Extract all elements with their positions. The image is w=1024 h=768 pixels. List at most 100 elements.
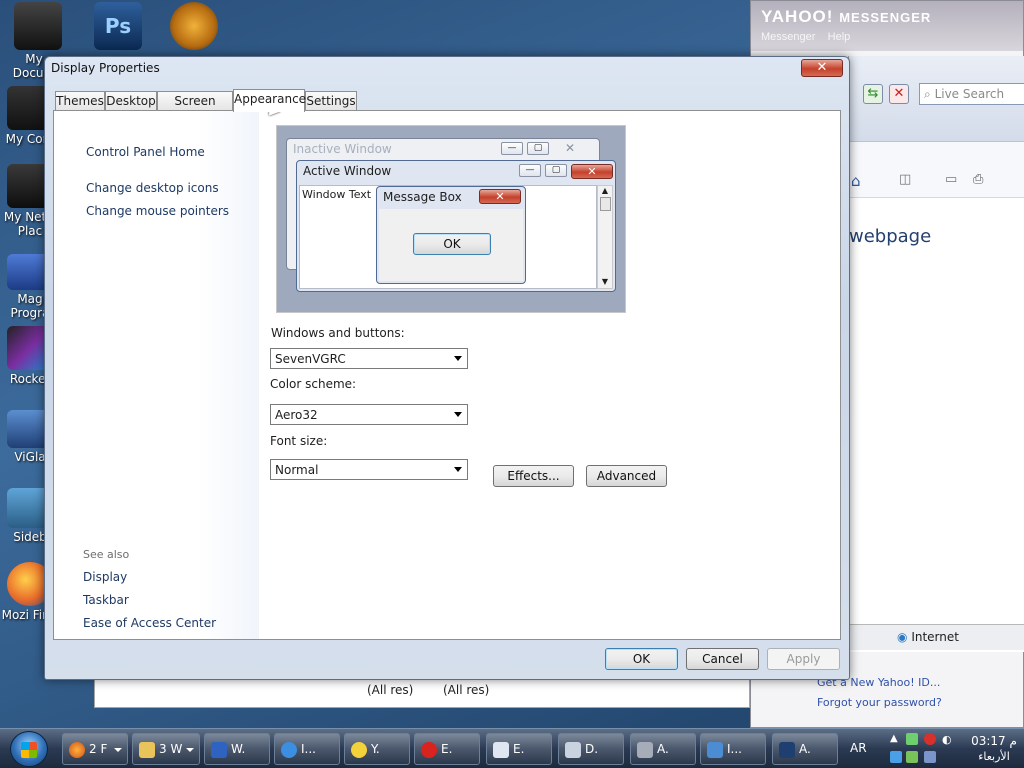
- forgot-password-link[interactable]: Forgot your password?: [817, 693, 942, 713]
- message-box-body: OK: [379, 209, 523, 281]
- display-properties-dialog[interactable]: Display Properties ✕ Themes Desktop Scre…: [44, 56, 850, 680]
- internet-explorer-window[interactable]: ⇆ ✕ ⌕ Live Search ⌂ ◫ ▭ ⎙ webpage ◉ Inte…: [848, 56, 1024, 652]
- print-icon[interactable]: ⎙: [973, 172, 993, 188]
- color-scheme-label: Color scheme:: [270, 377, 357, 391]
- tray-volume-icon[interactable]: ◐: [942, 733, 952, 746]
- control-panel-home-link[interactable]: Control Panel Home: [86, 145, 205, 159]
- taskbar-firefox-group[interactable]: 2 F: [62, 733, 128, 765]
- font-size-select[interactable]: Normal: [270, 459, 468, 480]
- taskbar-word[interactable]: W.: [204, 733, 270, 765]
- ie-status-bar: ◉ Internet: [849, 624, 1024, 650]
- yahoo-smiley-icon: [351, 742, 367, 758]
- see-also-ease-link[interactable]: Ease of Access Center: [83, 616, 216, 630]
- change-desktop-icons-link[interactable]: Change desktop icons: [86, 181, 219, 195]
- clock[interactable]: 03:17 م الأربعاء: [966, 733, 1022, 765]
- message-box-close-icon: ✕: [479, 189, 521, 204]
- mail-icon[interactable]: ▭: [945, 172, 965, 188]
- tab-settings[interactable]: Settings: [305, 91, 357, 111]
- task-pane: Control Panel Home Change desktop icons …: [54, 111, 259, 639]
- folder-icon: [139, 742, 155, 758]
- tab-desktop[interactable]: Desktop: [105, 91, 157, 111]
- dialog-close-button[interactable]: ✕: [801, 59, 843, 77]
- windows-buttons-label: Windows and buttons:: [271, 326, 405, 340]
- taskbar-opera[interactable]: E.: [414, 733, 480, 765]
- cancel-button[interactable]: Cancel: [686, 648, 759, 670]
- effects-button[interactable]: Effects...: [493, 465, 574, 487]
- scroll-thumb: [599, 197, 611, 211]
- yahoo-menu: Messenger Help: [761, 31, 1013, 43]
- desktop-icon-top-1[interactable]: [14, 2, 62, 50]
- inactive-minimize-icon: —: [501, 142, 523, 155]
- photoshop-icon: [779, 742, 795, 758]
- see-also-taskbar-link[interactable]: Taskbar: [83, 593, 129, 607]
- scroll-down-icon: ▼: [601, 277, 609, 286]
- inactive-maximize-icon: ▢: [527, 142, 549, 155]
- ie-page-heading: webpage: [849, 226, 932, 247]
- taskbar-explorer-group[interactable]: 3 W: [132, 733, 200, 765]
- chevron-down-icon: [454, 412, 462, 417]
- active-minimize-icon: —: [519, 164, 541, 177]
- advanced-button[interactable]: Advanced: [586, 465, 667, 487]
- color-scheme-select[interactable]: Aero32: [270, 404, 468, 425]
- word-icon: [211, 742, 227, 758]
- live-search-input[interactable]: ⌕ Live Search: [919, 83, 1024, 105]
- tray-app-icon[interactable]: [924, 733, 936, 745]
- tab-screen-saver[interactable]: Screen Saver: [157, 91, 233, 126]
- preview-active-title: Active Window: [303, 164, 392, 178]
- see-also-heading: See also: [83, 548, 130, 561]
- change-mouse-pointers-link[interactable]: Change mouse pointers: [86, 204, 229, 218]
- stop-icon[interactable]: ✕: [889, 84, 909, 104]
- tab-themes[interactable]: Themes: [55, 91, 105, 111]
- tray-icon-row2-a[interactable]: [890, 751, 902, 763]
- taskbar-ie-2[interactable]: I...: [700, 733, 766, 765]
- windows-buttons-select[interactable]: SevenVGRC: [270, 348, 468, 369]
- yahoo-menu-messenger[interactable]: Messenger: [761, 31, 815, 43]
- taskbar-app-a[interactable]: A.: [630, 733, 696, 765]
- active-close-icon: ✕: [571, 164, 613, 179]
- ok-button[interactable]: OK: [605, 648, 678, 670]
- res-cell-2: (All res): [443, 683, 490, 697]
- tray-network-icon[interactable]: [906, 733, 918, 745]
- appearance-panel: Control Panel Home Change desktop icons …: [53, 110, 841, 640]
- tray-up-arrow-icon[interactable]: ▲: [890, 733, 898, 744]
- display-icon: [565, 742, 581, 758]
- tray-icon-row2-b[interactable]: [906, 751, 918, 763]
- clock-day: الأربعاء: [978, 750, 1010, 763]
- system-tray: ▲ ◐ 03:17 م الأربعاء: [880, 731, 1024, 767]
- see-also-display-link[interactable]: Display: [83, 570, 127, 584]
- taskbar-ie[interactable]: I...: [274, 733, 340, 765]
- taskbar-editor[interactable]: E.: [486, 733, 552, 765]
- monitor-icon: [707, 742, 723, 758]
- res-cell-1: (All res): [367, 683, 414, 697]
- apply-button[interactable]: Apply: [767, 648, 840, 670]
- tray-icon-row2-c[interactable]: [924, 751, 936, 763]
- language-indicator[interactable]: AR: [850, 741, 867, 755]
- home-icon[interactable]: ⌂: [851, 172, 871, 190]
- font-size-label: Font size:: [270, 434, 328, 448]
- taskbar-photoshop[interactable]: A.: [772, 733, 838, 765]
- start-button[interactable]: [10, 731, 48, 767]
- preview-message-box: Message Box ✕ OK: [376, 186, 526, 284]
- clock-time: 03:17: [971, 734, 1006, 748]
- app-orb-icon[interactable]: [170, 2, 218, 50]
- ie-toolbar: ⇆ ✕ ⌕ Live Search: [849, 56, 1024, 142]
- ie-command-bar: ⌂ ◫ ▭ ⎙: [849, 142, 1024, 198]
- globe-icon: ◉: [897, 630, 908, 644]
- scroll-up-icon: ▲: [601, 186, 609, 195]
- clock-ampm: م: [1009, 734, 1017, 748]
- yahoo-title-bar: YAHOO! MESSENGER Messenger Help: [751, 1, 1023, 51]
- refresh-icon[interactable]: ⇆: [863, 84, 883, 104]
- document-icon: [493, 742, 509, 758]
- photoshop-icon[interactable]: Ps: [94, 2, 142, 50]
- yahoo-brand: YAHOO! MESSENGER: [761, 7, 932, 26]
- feeds-icon[interactable]: ◫: [899, 172, 919, 188]
- windows-logo-icon: [21, 742, 37, 758]
- tab-appearance[interactable]: Appearance: [233, 89, 306, 112]
- taskbar-display[interactable]: D.: [558, 733, 624, 765]
- taskbar-yahoo[interactable]: Y.: [344, 733, 410, 765]
- yahoo-menu-help[interactable]: Help: [828, 31, 851, 43]
- appearance-preview: Inactive Window — ▢ ✕ Active Window — ▢ …: [276, 125, 626, 313]
- taskbar: 2 F 3 W W. I... Y. E. E. D. A. I... A. A…: [0, 728, 1024, 768]
- preview-ok-button: OK: [413, 233, 491, 255]
- active-maximize-icon: ▢: [545, 164, 567, 177]
